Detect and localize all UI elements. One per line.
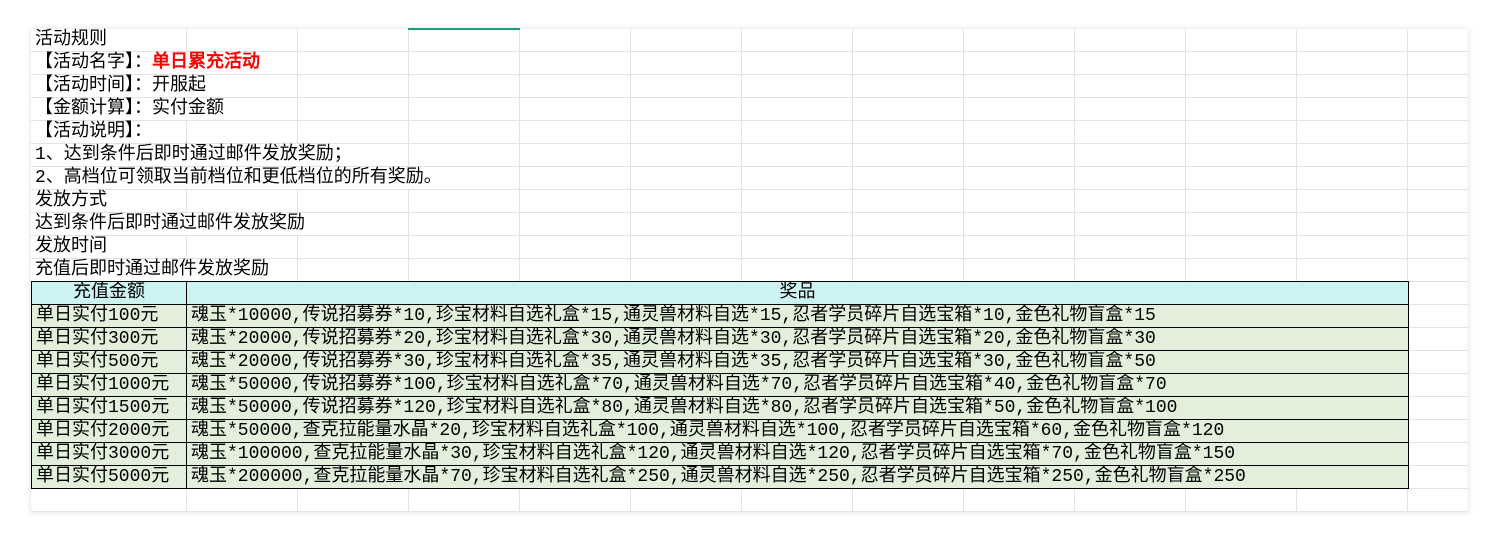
header-cell-prizes[interactable]: 奖品: [186, 281, 1409, 305]
activity-name-value: 单日累充活动: [152, 53, 260, 73]
selected-column-indicator: [408, 28, 520, 30]
amount-cell[interactable]: 单日实付3000元: [31, 442, 187, 466]
amount-cell[interactable]: 单日实付1000元: [31, 373, 187, 397]
amount-cell[interactable]: 单日实付2000元: [31, 419, 187, 443]
prizes-cell[interactable]: 魂玉*100000,查克拉能量水晶*30,珍宝材料自选礼盒*120,通灵兽材料自…: [186, 442, 1409, 466]
cell-rules-title[interactable]: 活动规则: [31, 29, 109, 51]
rewards-table-head: 充值金额 奖品: [31, 281, 1409, 305]
cell-description-line-1[interactable]: 1、达到条件后即时通过邮件发放奖励；: [31, 144, 354, 166]
prizes-cell[interactable]: 魂玉*200000,查克拉能量水晶*70,珍宝材料自选礼盒*250,通灵兽材料自…: [186, 465, 1409, 489]
prizes-cell[interactable]: 魂玉*50000,查克拉能量水晶*20,珍宝材料自选礼盒*100,通灵兽材料自选…: [186, 419, 1409, 443]
table-header-row: 充值金额 奖品: [31, 281, 1409, 305]
cell-delivery-method-heading[interactable]: 发放方式: [31, 190, 109, 212]
table-row: 单日实付5000元 魂玉*200000,查克拉能量水晶*70,珍宝材料自选礼盒*…: [31, 465, 1409, 489]
prizes-cell[interactable]: 魂玉*20000,传说招募券*20,珍宝材料自选礼盒*30,通灵兽材料自选*30…: [186, 327, 1409, 351]
table-row: 单日实付3000元 魂玉*100000,查克拉能量水晶*30,珍宝材料自选礼盒*…: [31, 442, 1409, 466]
amount-cell[interactable]: 单日实付100元: [31, 304, 187, 328]
delivery-time-text: 充值后即时通过邮件发放奖励: [35, 260, 269, 280]
amount-cell[interactable]: 单日实付5000元: [31, 465, 187, 489]
prizes-cell[interactable]: 魂玉*50000,传说招募券*100,珍宝材料自选礼盒*70,通灵兽材料自选*7…: [186, 373, 1409, 397]
rules-title: 活动规则: [35, 30, 107, 50]
table-row: 单日实付100元 魂玉*10000,传说招募券*10,珍宝材料自选礼盒*15,通…: [31, 304, 1409, 328]
cell-delivery-time-text[interactable]: 充值后即时通过邮件发放奖励: [31, 259, 271, 281]
table-row: 单日实付300元 魂玉*20000,传说招募券*20,珍宝材料自选礼盒*30,通…: [31, 327, 1409, 351]
cell-amount-calc[interactable]: 【金额计算】：实付金额: [31, 98, 226, 120]
rewards-table: 充值金额 奖品 单日实付100元 魂玉*10000,传说招募券*10,珍宝材料自…: [31, 281, 1409, 489]
description-label: 【活动说明】：: [35, 122, 152, 142]
delivery-method-heading: 发放方式: [35, 191, 107, 211]
prizes-cell[interactable]: 魂玉*50000,传说招募券*120,珍宝材料自选礼盒*80,通灵兽材料自选*8…: [186, 396, 1409, 420]
cell-delivery-time-heading[interactable]: 发放时间: [31, 236, 109, 258]
table-row: 单日实付1500元 魂玉*50000,传说招募券*120,珍宝材料自选礼盒*80…: [31, 396, 1409, 420]
cell-activity-time[interactable]: 【活动时间】：开服起: [31, 75, 208, 97]
prizes-cell[interactable]: 魂玉*10000,传说招募券*10,珍宝材料自选礼盒*15,通灵兽材料自选*15…: [186, 304, 1409, 328]
header-cell-amount[interactable]: 充值金额: [31, 281, 187, 305]
description-line: 1、达到条件后即时通过邮件发放奖励；: [35, 145, 352, 165]
amount-cell[interactable]: 单日实付1500元: [31, 396, 187, 420]
spreadsheet-grid[interactable]: 活动规则 【活动名字】：单日累充活动 【活动时间】：开服起 【金额计算】：实付金…: [31, 28, 1468, 512]
description-line: 2、高档位可领取当前档位和更低档位的所有奖励。: [35, 168, 442, 188]
amount-cell[interactable]: 单日实付300元: [31, 327, 187, 351]
delivery-method-text: 达到条件后即时通过邮件发放奖励: [35, 214, 305, 234]
prizes-cell[interactable]: 魂玉*20000,传说招募券*30,珍宝材料自选礼盒*35,通灵兽材料自选*35…: [186, 350, 1409, 374]
cell-activity-name[interactable]: 【活动名字】：单日累充活动: [31, 52, 262, 74]
table-row: 单日实付2000元 魂玉*50000,查克拉能量水晶*20,珍宝材料自选礼盒*1…: [31, 419, 1409, 443]
activity-name-label: 【活动名字】：: [35, 53, 152, 73]
table-row: 单日实付500元 魂玉*20000,传说招募券*30,珍宝材料自选礼盒*35,通…: [31, 350, 1409, 374]
amount-calc-label: 【金额计算】：: [35, 99, 152, 119]
delivery-time-heading: 发放时间: [35, 237, 107, 257]
amount-calc-value: 实付金额: [152, 99, 224, 119]
cell-delivery-method-text[interactable]: 达到条件后即时通过邮件发放奖励: [31, 213, 307, 235]
table-row: 单日实付1000元 魂玉*50000,传说招募券*100,珍宝材料自选礼盒*70…: [31, 373, 1409, 397]
activity-time-value: 开服起: [152, 76, 206, 96]
rewards-table-body: 单日实付100元 魂玉*10000,传说招募券*10,珍宝材料自选礼盒*15,通…: [31, 304, 1409, 489]
cell-description-label[interactable]: 【活动说明】：: [31, 121, 154, 143]
cell-description-line-2[interactable]: 2、高档位可领取当前档位和更低档位的所有奖励。: [31, 167, 444, 189]
activity-time-label: 【活动时间】：: [35, 76, 152, 96]
amount-cell[interactable]: 单日实付500元: [31, 350, 187, 374]
